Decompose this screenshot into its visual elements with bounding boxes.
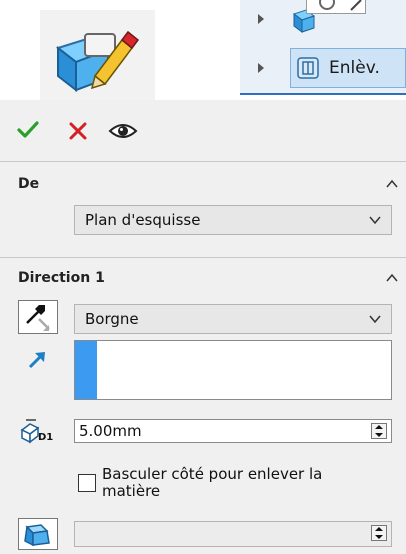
search-popup <box>306 0 366 14</box>
active-selection-indicator <box>75 341 97 399</box>
expand-arrow-icon[interactable] <box>258 14 264 24</box>
spin-arrows-icon <box>375 425 383 437</box>
depth-spinner[interactable] <box>371 423 387 439</box>
draft-angle-input <box>74 521 392 547</box>
chevron-up-icon <box>386 273 398 282</box>
chevron-down-icon <box>369 216 381 225</box>
end-condition-value: Borgne <box>85 310 139 328</box>
spin-arrows-icon <box>375 527 383 539</box>
eye-icon <box>108 124 138 138</box>
depth-d1-icon: D1 <box>18 416 58 446</box>
flip-side-label: Basculer côté pour enlever la matière <box>102 465 323 500</box>
cut-extrude-icon <box>297 57 319 79</box>
from-section-title: De <box>18 176 40 192</box>
direction-reference-listbox[interactable] <box>74 340 392 400</box>
end-condition-select[interactable]: Borgne <box>74 304 392 334</box>
expand-arrow-icon[interactable] <box>258 63 264 73</box>
tree-row-previous[interactable] <box>240 0 406 40</box>
extruded-cut-feature-icon <box>40 10 155 100</box>
start-condition-value: Plan d'esquisse <box>85 211 201 229</box>
collapse-from-section-button[interactable] <box>386 176 398 194</box>
reverse-direction-button[interactable] <box>18 300 58 334</box>
separator <box>0 257 406 258</box>
preview-button[interactable] <box>108 120 138 142</box>
separator <box>0 161 406 162</box>
chevron-down-icon <box>369 315 381 324</box>
tree-selection-line <box>240 93 406 95</box>
draft-toggle-button[interactable] <box>18 518 58 550</box>
depth-icon-label: D1 <box>38 432 54 443</box>
collapse-direction1-button[interactable] <box>386 270 398 288</box>
cancel-button[interactable] <box>68 121 88 141</box>
draft-icon <box>24 524 50 547</box>
tree-item-cut-extrude[interactable]: Enlèv. <box>290 48 406 88</box>
chevron-up-icon <box>386 179 398 188</box>
ok-button[interactable] <box>16 119 40 141</box>
flip-side-checkbox[interactable] <box>78 474 96 492</box>
draft-spinner <box>371 525 387 541</box>
tree-item-label: Enlèv. <box>329 58 380 78</box>
direction1-section-title: Direction 1 <box>18 270 105 286</box>
close-icon <box>69 122 87 140</box>
feature-tree: Enlèv. <box>240 0 406 95</box>
depth-input[interactable]: 5.00mm <box>74 419 392 443</box>
start-condition-select[interactable]: Plan d'esquisse <box>74 205 392 235</box>
direction-arrow-icon <box>26 350 48 370</box>
depth-value: 5.00mm <box>79 422 142 440</box>
check-icon <box>17 121 39 138</box>
reverse-direction-icon <box>26 305 50 331</box>
